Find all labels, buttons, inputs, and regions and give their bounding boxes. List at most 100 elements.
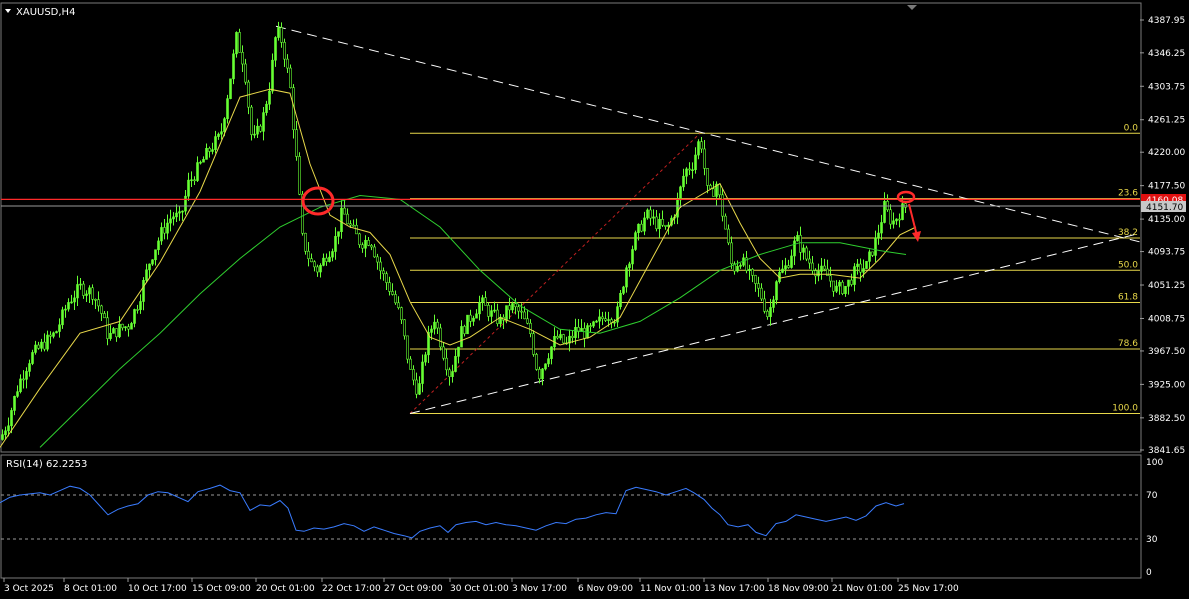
candle-body xyxy=(160,227,163,242)
candle-body xyxy=(736,266,739,272)
candle-body xyxy=(229,78,232,99)
candle-body xyxy=(268,90,271,105)
candle-body xyxy=(67,302,70,310)
candle-body xyxy=(304,232,307,252)
candle-body xyxy=(763,298,766,312)
candle-body xyxy=(799,235,802,253)
candle-body xyxy=(298,156,301,195)
candle-body xyxy=(862,268,865,273)
candle-body xyxy=(622,286,625,294)
candle-body xyxy=(796,235,799,242)
candle-body xyxy=(241,52,244,65)
candle-body xyxy=(163,227,166,234)
candle-body xyxy=(154,249,157,261)
candle-body xyxy=(10,410,13,427)
candle-body xyxy=(73,297,76,303)
price-tick-label: 4008.75 xyxy=(1148,314,1185,324)
candle-body xyxy=(250,106,253,135)
candle-body xyxy=(343,207,346,215)
candle-body xyxy=(823,265,826,270)
candle-body xyxy=(136,309,139,311)
candle-body xyxy=(793,240,796,257)
candle-body xyxy=(595,320,598,323)
candle-body xyxy=(346,213,349,225)
time-tick-label: 27 Oct 09:00 xyxy=(384,584,443,594)
candle-body xyxy=(493,309,496,312)
candle-body xyxy=(472,317,475,322)
time-tick-label: 13 Nov 17:00 xyxy=(704,584,765,594)
candle-body xyxy=(226,98,229,120)
candle-body xyxy=(478,302,481,315)
candle-body xyxy=(640,223,643,232)
time-tick-label: 25 Nov 17:00 xyxy=(898,584,959,594)
candle-body xyxy=(31,352,34,364)
candle-body xyxy=(688,168,691,171)
candle-body xyxy=(754,275,757,284)
candle-body xyxy=(139,301,142,310)
candle-body xyxy=(70,301,73,304)
candle-body xyxy=(4,430,7,436)
candle-body xyxy=(802,247,805,253)
time-tick-label: 3 Nov 17:00 xyxy=(512,584,567,594)
candle-body xyxy=(787,265,790,268)
candle-body xyxy=(850,279,853,285)
candle-body xyxy=(205,148,208,160)
candle-body xyxy=(643,217,646,232)
candle-body xyxy=(274,37,277,61)
candle-body xyxy=(574,327,577,338)
candle-body xyxy=(181,210,184,213)
candle-body xyxy=(583,328,586,339)
candle-body xyxy=(232,53,235,80)
candle-body xyxy=(889,209,892,225)
candle-body xyxy=(457,346,460,357)
candle-body xyxy=(199,161,202,164)
candle-body xyxy=(859,263,862,273)
candle-body xyxy=(244,63,247,83)
candle-body xyxy=(259,125,262,132)
price-tick-label: 4051.25 xyxy=(1148,281,1185,291)
candle-body xyxy=(535,354,538,370)
candle-body xyxy=(508,305,511,311)
candle-body xyxy=(190,179,193,182)
candle-body xyxy=(571,335,574,338)
candle-body xyxy=(295,129,298,157)
candle-body xyxy=(316,266,319,273)
candle-body xyxy=(196,162,199,181)
candle-body xyxy=(223,118,226,133)
candle-body xyxy=(217,133,220,137)
candle-body xyxy=(379,261,382,272)
candle-body xyxy=(106,317,109,339)
candle-body xyxy=(712,188,715,197)
candle-body xyxy=(661,219,664,226)
candle-body xyxy=(61,309,64,326)
candle-body xyxy=(556,335,559,339)
candle-body xyxy=(82,283,85,296)
candle-body xyxy=(451,371,454,377)
time-tick-label: 10 Oct 17:00 xyxy=(128,584,187,594)
price-tick-label: 4303.75 xyxy=(1148,82,1185,92)
candle-body xyxy=(235,32,238,55)
candle-body xyxy=(517,306,520,312)
candle-body xyxy=(400,307,403,321)
candle-body xyxy=(286,58,289,69)
candle-body xyxy=(97,299,100,307)
candle-body xyxy=(460,326,463,348)
price-tag-gray-text: 4151.70 xyxy=(1146,203,1183,213)
candle-body xyxy=(853,266,856,285)
candle-body xyxy=(208,148,211,152)
candle-body xyxy=(832,280,835,292)
candle-body xyxy=(892,220,895,225)
candle-body xyxy=(514,303,517,308)
candle-body xyxy=(550,346,553,359)
candle-body xyxy=(349,223,352,226)
candle-body xyxy=(844,285,847,294)
candle-body xyxy=(175,212,178,218)
price-tick-label: 4220.00 xyxy=(1148,148,1185,158)
candle-body xyxy=(283,42,286,60)
candle-body xyxy=(601,316,604,319)
candle-body xyxy=(448,369,451,377)
candle-body xyxy=(856,263,859,267)
candle-body xyxy=(214,136,217,150)
candle-body xyxy=(88,287,91,295)
candle-body xyxy=(748,268,751,271)
